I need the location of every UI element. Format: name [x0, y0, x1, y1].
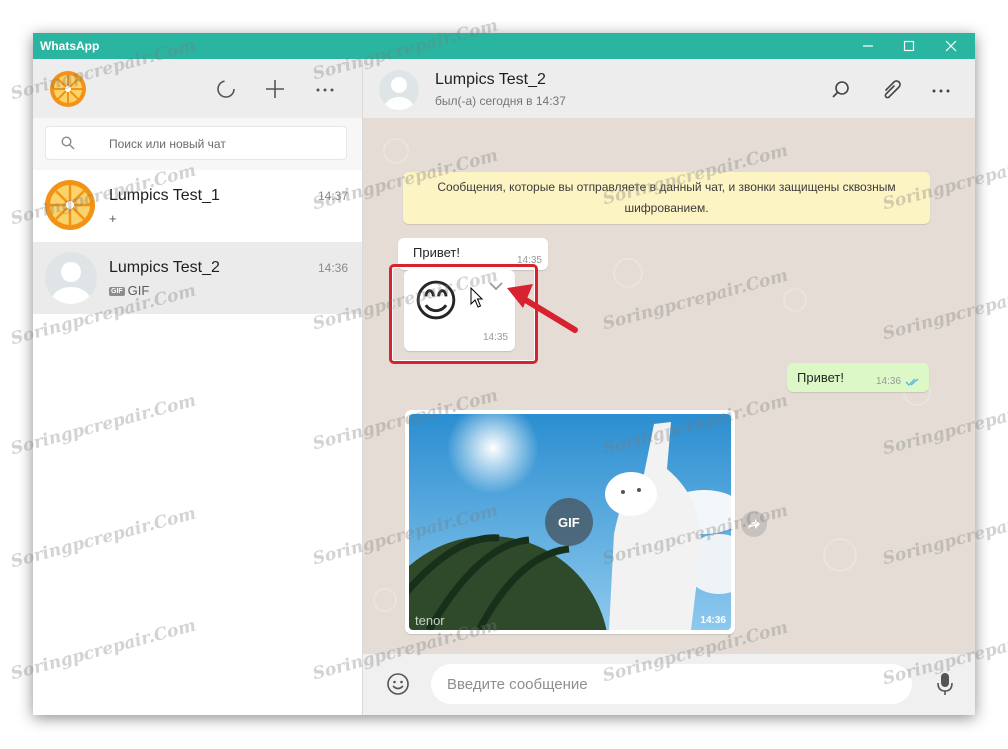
- message-input[interactable]: [431, 664, 912, 704]
- search-input[interactable]: Поиск или новый чат: [45, 126, 347, 160]
- status-icon: [217, 80, 235, 98]
- orange-slice-icon: [54, 75, 82, 103]
- title-bar: WhatsApp: [33, 33, 975, 59]
- background-doodle: [823, 538, 857, 572]
- contact-status: был(-а) сегодня в 14:37: [435, 94, 566, 108]
- profile-header: [33, 59, 362, 118]
- chat-list-item-selected[interactable]: Lumpics Test_2 14:36 GIF GIF: [33, 242, 362, 314]
- chat-list-item[interactable]: Lumpics Test_1 14:37 +: [33, 170, 362, 242]
- gif-play-label[interactable]: GIF: [558, 515, 580, 530]
- paperclip-icon: [884, 80, 901, 99]
- default-user-icon: [51, 262, 91, 304]
- background-doodle: [383, 138, 409, 164]
- close-icon: [945, 40, 957, 52]
- window-title: WhatsApp: [40, 39, 100, 53]
- more-horizontal-icon: [316, 88, 334, 92]
- forward-arrow-icon: [748, 519, 760, 529]
- search-placeholder: Поиск или новый чат: [109, 137, 226, 151]
- smiley-icon: [387, 673, 409, 695]
- maximize-button[interactable]: [889, 33, 929, 59]
- orange-slice-icon: [50, 185, 90, 225]
- incoming-gif-message[interactable]: GIF tenor 14:36: [405, 410, 735, 634]
- more-horizontal-icon: [932, 89, 950, 93]
- message-time: 14:36: [876, 376, 902, 387]
- conversation-menu-button[interactable]: [929, 78, 953, 102]
- chat-time: 14:36: [317, 261, 348, 275]
- close-button[interactable]: [931, 33, 971, 59]
- encryption-notice-text: Сообщения, которые вы отправляете в данн…: [437, 180, 896, 215]
- search-icon: [832, 81, 849, 98]
- chat-name: Lumpics Test_2: [109, 259, 220, 276]
- menu-button[interactable]: [313, 77, 337, 101]
- messages-area[interactable]: Сообщения, которые вы отправляете в данн…: [363, 118, 975, 654]
- contact-name[interactable]: Lumpics Test_2: [435, 71, 546, 89]
- status-button[interactable]: [214, 77, 238, 101]
- voice-message-button[interactable]: [933, 670, 957, 698]
- minimize-button[interactable]: [848, 33, 888, 59]
- encryption-notice[interactable]: Сообщения, которые вы отправляете в данн…: [403, 172, 930, 224]
- chat-preview-text: GIF: [127, 283, 150, 298]
- conversation-header: Lumpics Test_2 был(-а) сегодня в 14:37: [363, 59, 975, 118]
- default-user-icon: [384, 77, 414, 110]
- outgoing-message[interactable]: Привет! 14:36: [787, 363, 929, 392]
- gif-preview-image[interactable]: GIF tenor 14:36: [409, 414, 731, 630]
- message-time: 14:36: [700, 615, 726, 626]
- double-check-read-icon: [905, 378, 919, 386]
- new-chat-button[interactable]: [263, 77, 287, 101]
- search-icon: [61, 136, 75, 150]
- message-text: Привет!: [413, 245, 460, 260]
- message-text: Привет!: [797, 370, 844, 385]
- conversation-panel: Lumpics Test_2 был(-а) сегодня в 14:37 С…: [363, 59, 975, 715]
- mouse-cursor-icon: [470, 287, 483, 308]
- chat-preview: +: [109, 211, 117, 226]
- avatar: [45, 252, 97, 304]
- search-messages-button[interactable]: [829, 78, 853, 102]
- whatsapp-window: WhatsApp Поиск или новый чат Lumpics Tes…: [33, 33, 975, 715]
- attach-button[interactable]: [879, 78, 903, 102]
- annotation-arrow-icon: [507, 284, 578, 333]
- contact-avatar[interactable]: [379, 70, 419, 110]
- gif-badge-icon: GIF: [109, 287, 125, 296]
- chat-list-panel: Поиск или новый чат Lumpics Test_1 14:37…: [33, 59, 363, 715]
- chat-preview: GIF GIF: [109, 283, 149, 298]
- emoji-button[interactable]: [385, 671, 411, 697]
- chat-name: Lumpics Test_1: [109, 187, 220, 204]
- tenor-watermark-text: tenor: [415, 613, 445, 628]
- chat-time: 14:37: [317, 189, 348, 203]
- forward-button[interactable]: [741, 511, 767, 537]
- background-doodle: [373, 588, 397, 612]
- compose-bar: [363, 654, 975, 715]
- plus-icon: [266, 80, 284, 98]
- background-doodle: [783, 288, 807, 312]
- maximize-icon: [903, 40, 915, 52]
- avatar: [45, 180, 95, 230]
- my-profile-avatar[interactable]: [50, 71, 86, 107]
- search-area: Поиск или новый чат: [33, 118, 362, 170]
- microphone-icon: [937, 673, 953, 695]
- background-doodle: [613, 258, 643, 288]
- minimize-icon: [863, 45, 873, 47]
